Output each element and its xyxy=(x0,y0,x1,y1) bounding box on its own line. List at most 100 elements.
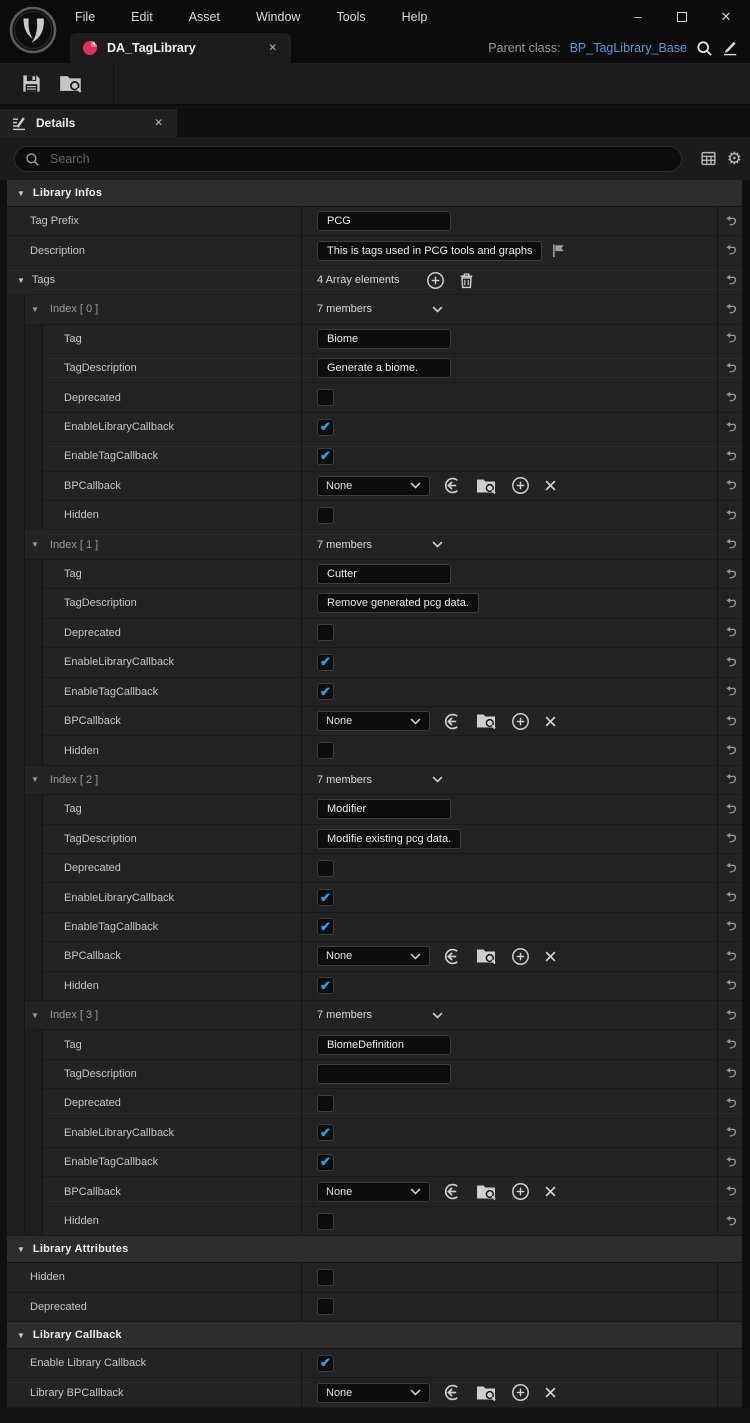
members-dropdown[interactable]: 7 members xyxy=(317,303,443,315)
reset-icon[interactable] xyxy=(724,1126,737,1139)
circle-plus-icon[interactable] xyxy=(511,1182,530,1201)
save-button[interactable] xyxy=(21,73,42,94)
category-expander-icon[interactable]: ▼ xyxy=(17,1245,25,1254)
reset-icon[interactable] xyxy=(724,803,737,816)
expander-arrow-icon[interactable]: ▼ xyxy=(31,540,39,549)
category-header[interactable]: ▼ Library Attributes xyxy=(7,1236,742,1264)
reset-icon[interactable] xyxy=(724,421,737,434)
clear-x-icon[interactable] xyxy=(544,479,557,492)
checkbox[interactable] xyxy=(317,389,334,407)
members-dropdown[interactable]: 7 members xyxy=(317,1009,443,1021)
close-details-tab-icon[interactable]: ✕ xyxy=(150,115,167,131)
checkbox[interactable] xyxy=(317,1268,334,1286)
browse-search-icon[interactable] xyxy=(476,712,497,730)
clear-x-icon[interactable] xyxy=(544,950,557,963)
tab-da-taglibrary[interactable]: DA_TagLibrary ✕ xyxy=(70,33,291,63)
text-input[interactable]: PCG xyxy=(317,211,451,232)
text-input[interactable]: Cutter xyxy=(317,564,451,585)
text-input[interactable]: Generate a biome. xyxy=(317,358,451,379)
reset-icon[interactable] xyxy=(724,685,737,698)
reset-icon[interactable] xyxy=(724,744,737,757)
minimize-button[interactable]: – xyxy=(616,0,660,33)
circle-plus-icon[interactable] xyxy=(511,476,530,495)
reset-icon[interactable] xyxy=(724,244,737,257)
reset-icon[interactable] xyxy=(724,215,737,228)
members-dropdown[interactable]: 7 members xyxy=(317,539,443,551)
use-asset-icon[interactable] xyxy=(443,1383,462,1402)
close-window-button[interactable]: ✕ xyxy=(704,0,748,33)
circle-plus-icon[interactable] xyxy=(511,1383,530,1402)
checkbox[interactable] xyxy=(317,1212,334,1230)
checkbox[interactable] xyxy=(317,506,334,524)
search-box[interactable] xyxy=(14,146,682,172)
circle-plus-icon[interactable] xyxy=(426,271,445,290)
checkbox[interactable]: ✔ xyxy=(317,918,334,936)
browse-to-asset-button[interactable] xyxy=(59,73,83,94)
bpcallback-dropdown[interactable]: None xyxy=(317,946,430,967)
find-parent-class-icon[interactable] xyxy=(696,40,713,57)
checkbox[interactable]: ✔ xyxy=(317,889,334,907)
category-expander-icon[interactable]: ▼ xyxy=(17,189,25,198)
reset-icon[interactable] xyxy=(724,920,737,933)
expander-arrow-icon[interactable]: ▼ xyxy=(31,775,39,784)
menu-file[interactable]: File xyxy=(75,10,95,24)
close-tab-icon[interactable]: ✕ xyxy=(264,40,281,56)
expander-arrow-icon[interactable]: ▼ xyxy=(31,1011,39,1020)
reset-icon[interactable] xyxy=(724,1156,737,1169)
reset-icon[interactable] xyxy=(724,362,737,375)
maximize-button[interactable] xyxy=(660,0,704,33)
parent-class-link[interactable]: BP_TagLibrary_Base xyxy=(570,41,687,55)
reset-icon[interactable] xyxy=(724,979,737,992)
bpcallback-dropdown[interactable]: None xyxy=(317,1181,430,1202)
reset-icon[interactable] xyxy=(724,450,737,463)
checkbox[interactable] xyxy=(317,742,334,760)
category-header[interactable]: ▼ Library Infos xyxy=(7,180,742,207)
menu-tools[interactable]: Tools xyxy=(336,10,365,24)
clear-x-icon[interactable] xyxy=(544,715,557,728)
members-dropdown[interactable]: 7 members xyxy=(317,774,443,786)
browse-search-icon[interactable] xyxy=(476,477,497,495)
reset-icon[interactable] xyxy=(724,626,737,639)
reset-icon[interactable] xyxy=(724,303,737,316)
circle-plus-icon[interactable] xyxy=(511,712,530,731)
checkbox[interactable]: ✔ xyxy=(317,418,334,436)
checkbox[interactable]: ✔ xyxy=(317,1354,334,1372)
bpcallback-dropdown[interactable]: None xyxy=(317,475,430,496)
checkbox[interactable]: ✔ xyxy=(317,1124,334,1142)
clear-x-icon[interactable] xyxy=(544,1185,557,1198)
expander-arrow-icon[interactable]: ▼ xyxy=(17,276,25,285)
reset-icon[interactable] xyxy=(724,332,737,345)
checkbox[interactable]: ✔ xyxy=(317,653,334,671)
text-input[interactable]: Modifie existing pcg data. xyxy=(317,828,462,849)
reset-icon[interactable] xyxy=(724,773,737,786)
use-asset-icon[interactable] xyxy=(443,476,462,495)
reset-icon[interactable] xyxy=(724,891,737,904)
use-asset-icon[interactable] xyxy=(443,947,462,966)
use-asset-icon[interactable] xyxy=(443,712,462,731)
menu-window[interactable]: Window xyxy=(256,10,300,24)
category-header[interactable]: ▼ Library Callback xyxy=(7,1322,742,1350)
text-input[interactable]: Biome xyxy=(317,328,451,349)
menu-edit[interactable]: Edit xyxy=(131,10,153,24)
menu-asset[interactable]: Asset xyxy=(189,10,220,24)
use-asset-icon[interactable] xyxy=(443,1182,462,1201)
checkbox[interactable] xyxy=(317,624,334,642)
reset-icon[interactable] xyxy=(724,715,737,728)
text-input[interactable]: This is tags used in PCG tools and graph… xyxy=(317,240,543,261)
reset-icon[interactable] xyxy=(724,391,737,404)
search-input[interactable] xyxy=(48,151,671,167)
reset-icon[interactable] xyxy=(724,509,737,522)
text-input[interactable]: Remove generated pcg data. xyxy=(317,593,479,614)
reset-icon[interactable] xyxy=(724,274,737,287)
reset-icon[interactable] xyxy=(724,1038,737,1051)
category-expander-icon[interactable]: ▼ xyxy=(17,1331,25,1340)
menu-help[interactable]: Help xyxy=(402,10,428,24)
reset-icon[interactable] xyxy=(724,862,737,875)
checkbox[interactable]: ✔ xyxy=(317,977,334,995)
clear-x-icon[interactable] xyxy=(544,1386,557,1399)
reset-icon[interactable] xyxy=(724,1009,737,1022)
checkbox[interactable]: ✔ xyxy=(317,1153,334,1171)
checkbox[interactable] xyxy=(317,859,334,877)
checkbox[interactable]: ✔ xyxy=(317,683,334,701)
trash-icon[interactable] xyxy=(459,272,474,289)
